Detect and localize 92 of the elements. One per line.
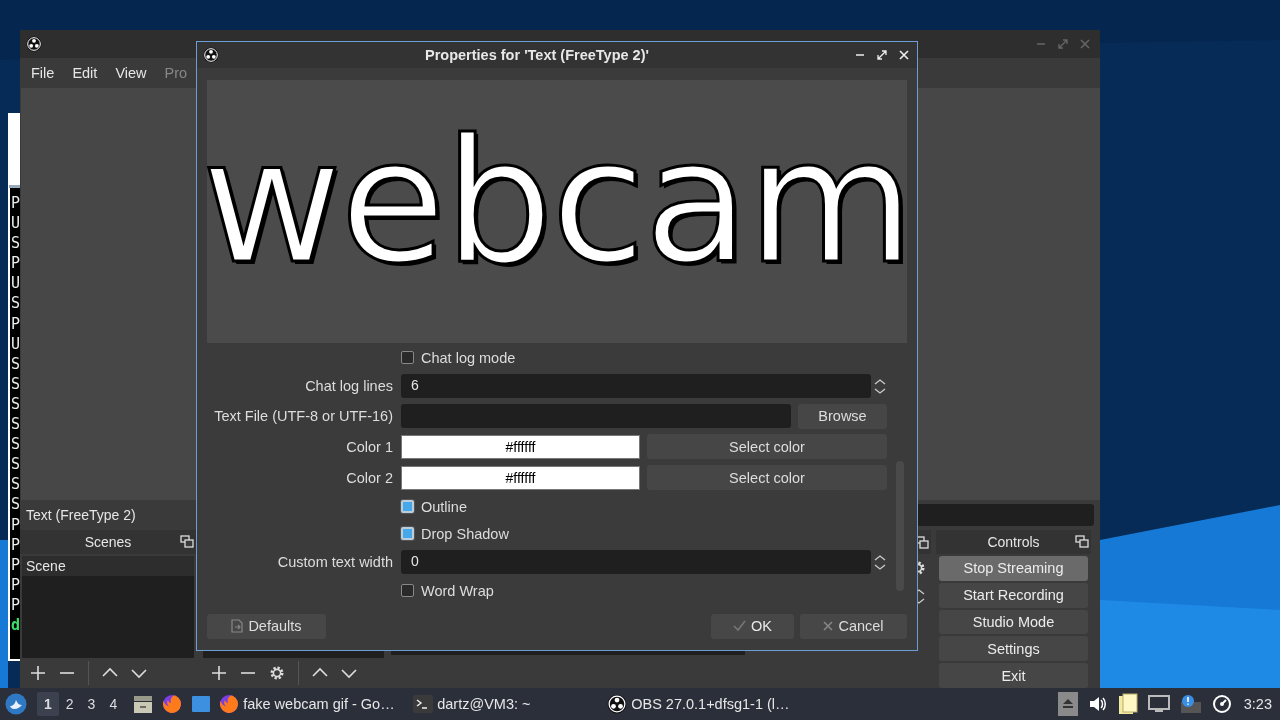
terminal-line: P	[11, 534, 21, 555]
network-icon[interactable]	[1147, 695, 1170, 713]
add-icon[interactable]	[30, 665, 46, 681]
taskbar-task[interactable]: OBS 27.0.1+dfsg1-1 (l…	[599, 694, 794, 714]
file-cabinet-icon[interactable]	[133, 694, 154, 714]
settings-icon[interactable]	[269, 665, 285, 681]
terminal-line: P	[11, 193, 21, 214]
terminal-line: P	[11, 594, 21, 615]
spinner-icon[interactable]	[873, 377, 887, 395]
obs-logo-icon	[607, 694, 628, 714]
volume-icon[interactable]	[1087, 695, 1108, 713]
terminal-line: P	[11, 554, 21, 575]
menu-item[interactable]: View	[106, 61, 156, 85]
source-name: Text (FreeType 2)	[26, 507, 137, 523]
undock-icon[interactable]	[915, 535, 929, 549]
color-swatch[interactable]: #ffffff	[401, 434, 640, 459]
control-button[interactable]: Studio Mode	[939, 609, 1088, 635]
control-button[interactable]: Exit	[939, 663, 1088, 688]
notes-icon[interactable]	[1117, 693, 1138, 715]
color-swatch[interactable]: #ffffff	[401, 465, 640, 490]
control-button[interactable]: Settings	[939, 636, 1088, 662]
terminal-line: S	[11, 494, 21, 515]
ok-button[interactable]: OK	[711, 613, 794, 639]
undock-icon[interactable]	[1075, 535, 1089, 548]
dock-title: Controls	[987, 534, 1040, 550]
cancel-button[interactable]: Cancel	[800, 613, 907, 639]
terminal-line: P	[11, 514, 21, 535]
workspace-button[interactable]: 3	[80, 692, 103, 716]
number-field[interactable]: 0	[401, 550, 871, 574]
terminal-icon	[413, 695, 434, 713]
preview-text: webcam	[201, 115, 913, 288]
window-icon[interactable]	[191, 695, 212, 713]
terminal-line: S	[11, 233, 21, 254]
terminal-line: P	[11, 313, 21, 334]
workspace-button[interactable]: 1	[37, 692, 59, 716]
terminal-line: U	[11, 213, 21, 234]
clock: 3:23	[1243, 696, 1272, 712]
control-button[interactable]: Start Recording	[939, 582, 1088, 608]
notification-icon[interactable]	[1179, 694, 1202, 714]
field-label: Chat log lines	[305, 378, 393, 394]
workspace-button[interactable]: 4	[102, 692, 125, 716]
taskbar-task[interactable]: dartz@VM3: ~	[405, 695, 600, 713]
menu-item[interactable]: File	[22, 61, 64, 85]
checkbox-label[interactable]: Chat log mode	[421, 349, 516, 366]
terminal-prompt: d	[11, 614, 21, 636]
undock-icon[interactable]	[180, 535, 194, 548]
checkbox-label[interactable]: Drop Shadow	[421, 525, 509, 542]
browse-button[interactable]: Browse	[798, 403, 887, 429]
terminal-line: S	[11, 393, 21, 415]
file-path-field[interactable]	[401, 404, 791, 428]
terminal-line: P	[11, 253, 21, 274]
checkbox[interactable]	[401, 584, 414, 597]
checkbox[interactable]	[401, 500, 414, 513]
checkbox[interactable]	[401, 351, 414, 364]
terminal-line: S	[11, 434, 21, 455]
terminal-line: S	[11, 454, 21, 475]
eject-icon[interactable]	[1057, 692, 1078, 716]
field-label: Color 1	[346, 438, 393, 455]
scene-item[interactable]: Scene	[22, 556, 194, 576]
obs-logo-icon	[26, 36, 42, 52]
update-icon[interactable]	[1211, 694, 1232, 714]
number-field[interactable]: 6	[401, 374, 871, 398]
terminal-line: S	[11, 373, 21, 394]
control-button[interactable]: Stop Streaming	[939, 556, 1088, 581]
terminal-line: S	[11, 414, 21, 435]
dock-title: Scenes	[84, 534, 132, 550]
taskbar-task[interactable]: fake webcam gif - Go…	[211, 694, 406, 714]
document-icon	[231, 619, 244, 633]
menu-item[interactable]: Edit	[63, 61, 107, 85]
terminal-line: S	[11, 353, 21, 374]
select-color-button[interactable]: Select color	[647, 434, 887, 459]
terminal-line: S	[11, 293, 21, 314]
defaults-button[interactable]: Defaults	[207, 613, 326, 639]
checkbox[interactable]	[401, 527, 414, 540]
obs-logo-icon	[203, 47, 219, 63]
field-label: Custom text width	[277, 554, 393, 570]
terminal-line: P	[11, 574, 21, 595]
close-icon	[823, 621, 834, 631]
checkbox-label[interactable]: Outline	[421, 498, 467, 515]
bird-logo-icon[interactable]	[5, 693, 27, 715]
dialog-title: Properties for 'Text (FreeType 2)'	[424, 47, 650, 63]
field-label: Text File (UTF-8 or UTF-16)	[214, 408, 393, 424]
add-icon[interactable]	[211, 665, 227, 681]
workspace-button[interactable]: 2	[58, 692, 81, 716]
checkmark-icon	[733, 620, 746, 632]
terminal-line: U	[11, 333, 21, 354]
terminal-line: S	[11, 474, 21, 495]
spinner-icon[interactable]	[873, 553, 887, 571]
terminal-line: U	[11, 273, 21, 294]
field-label: Color 2	[346, 469, 393, 486]
checkbox-label[interactable]: Word Wrap	[421, 582, 494, 599]
select-color-button[interactable]: Select color	[647, 465, 887, 490]
